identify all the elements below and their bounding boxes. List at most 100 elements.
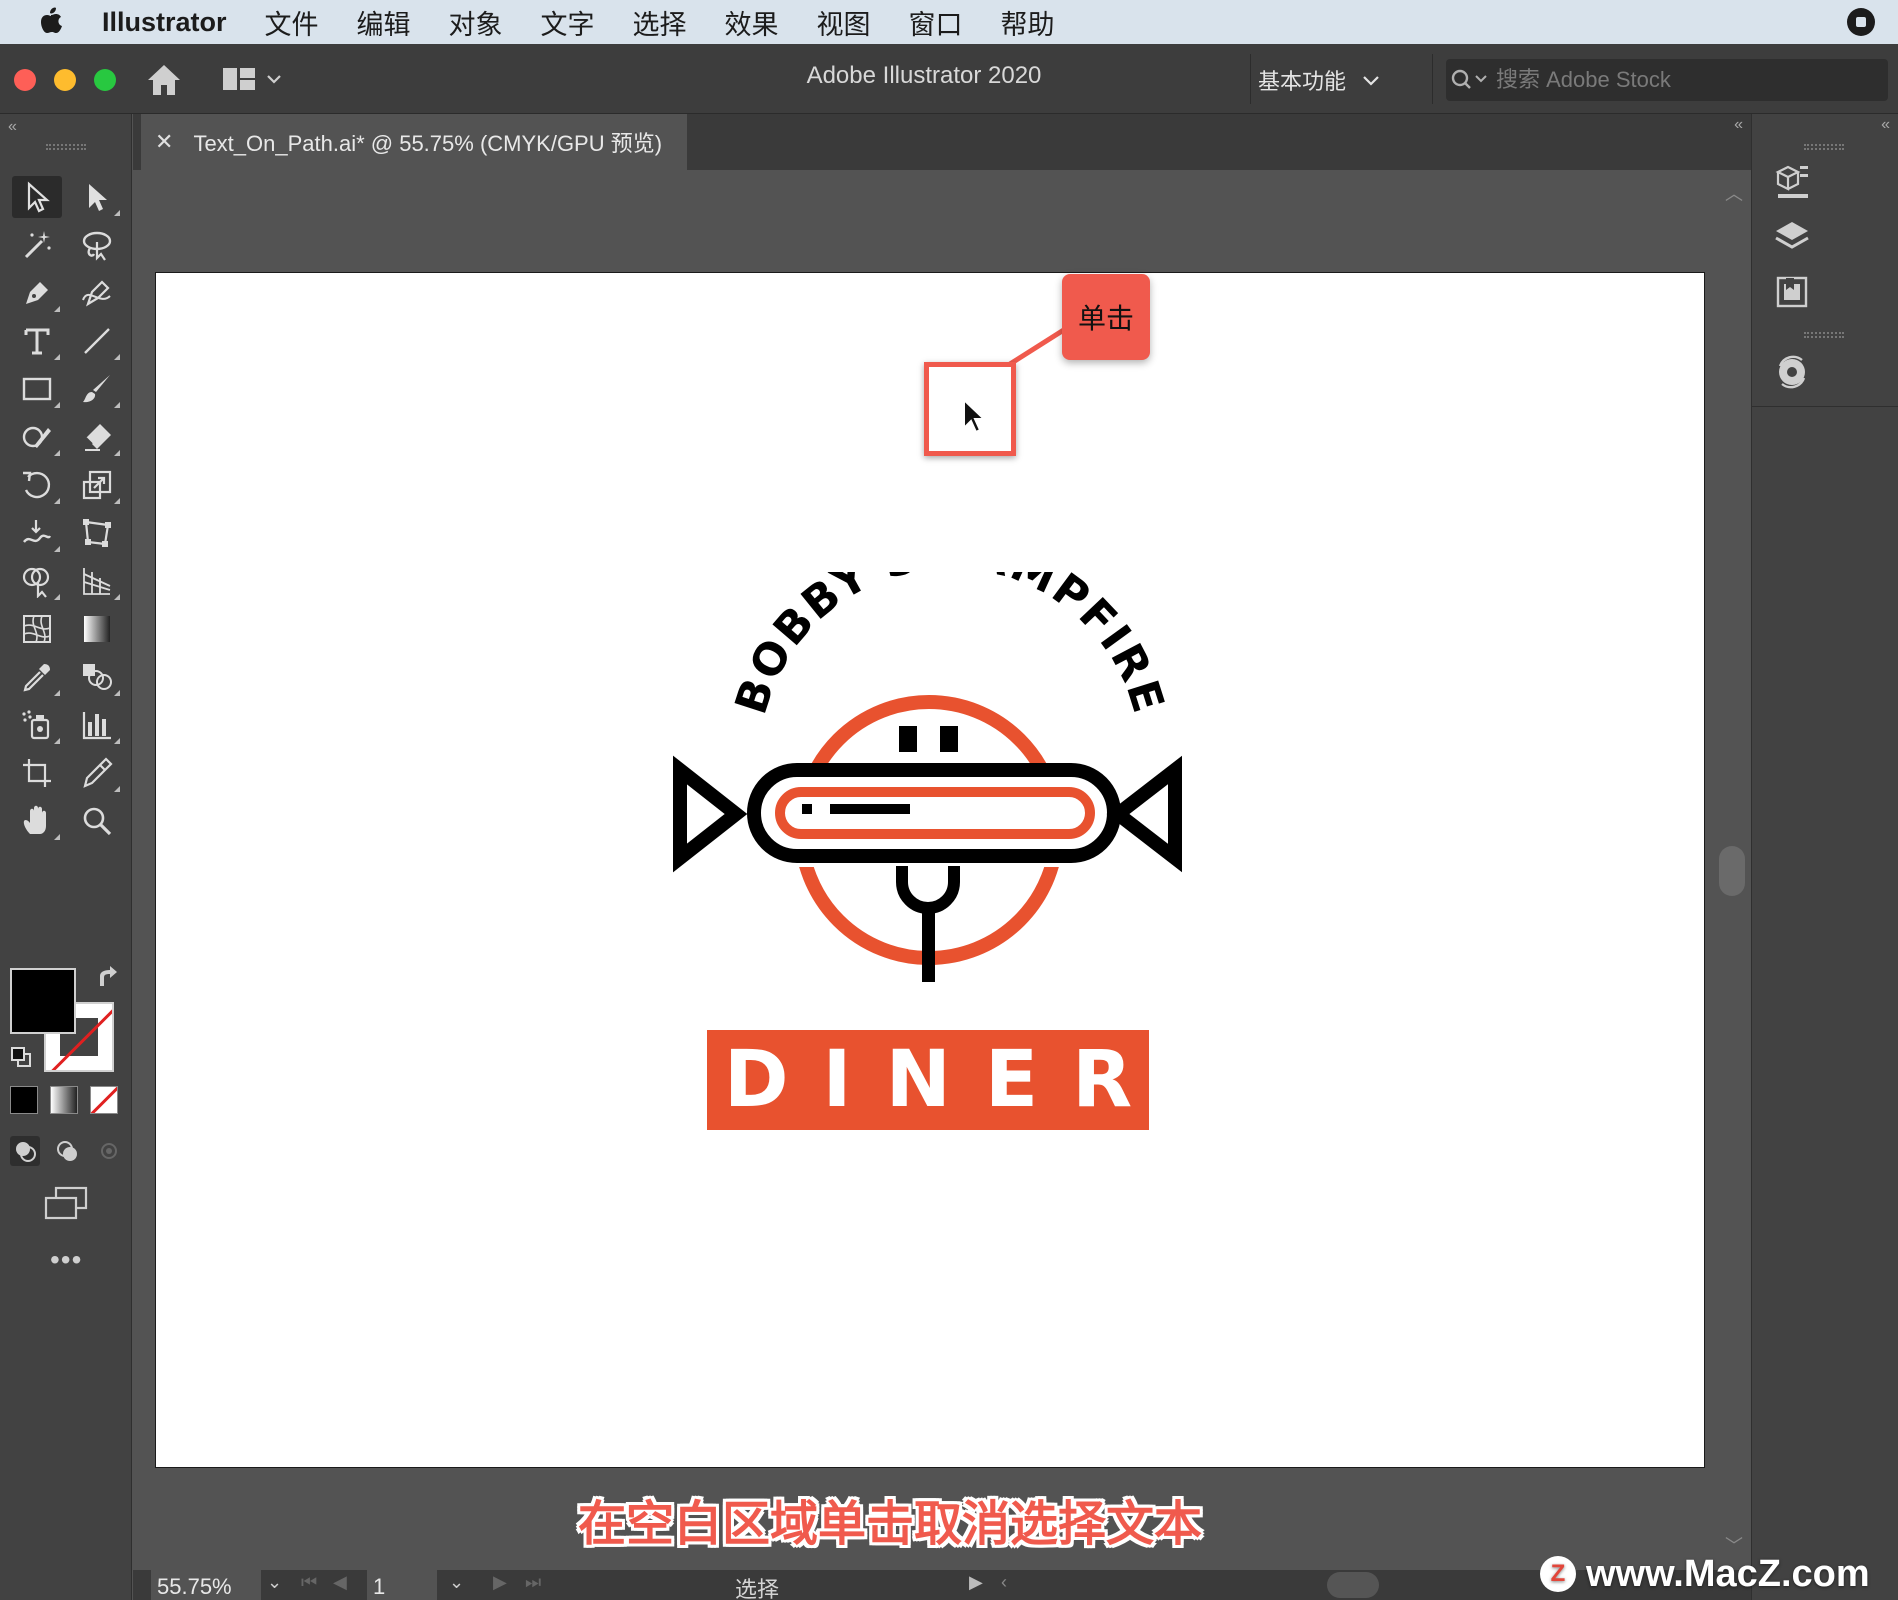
magic-wand-icon[interactable] xyxy=(12,224,62,266)
symbol-sprayer-icon[interactable] xyxy=(12,704,62,746)
fork-head xyxy=(896,866,960,914)
gradient-tool-icon[interactable] xyxy=(72,608,122,650)
panel-grip[interactable] xyxy=(1804,144,1844,150)
type-tool-icon[interactable] xyxy=(12,320,62,362)
status-tool-label: 选择 xyxy=(735,1577,780,1600)
document-tabbar: ✕ Text_On_Path.ai* @ 55.75% (CMYK/GPU 预览… xyxy=(133,114,1751,170)
collapse-panel-icon[interactable]: « xyxy=(8,118,17,136)
blend-tool-icon[interactable] xyxy=(72,656,122,698)
lasso-icon[interactable] xyxy=(72,224,122,266)
watermark-text: www.MacZ.com xyxy=(1586,1552,1870,1595)
panel-grip[interactable] xyxy=(46,144,86,150)
horizontal-scrollbar-thumb[interactable] xyxy=(1327,1572,1379,1598)
gradient-mode-button[interactable] xyxy=(50,1086,78,1114)
watermark: Z www.MacZ.com xyxy=(1540,1552,1870,1596)
chevron-down-icon xyxy=(1363,76,1379,86)
menu-file[interactable]: 文件 xyxy=(265,3,319,42)
logo-eye-left xyxy=(899,726,917,752)
status-bar: 55.75% ⌄ ⏮ ◀ 1 ⌄ ▶ ⏭ 选择 ▶ ‹ xyxy=(133,1570,1751,1600)
prev-artboard-icon[interactable]: ◀ xyxy=(333,1572,347,1593)
shape-builder-icon[interactable] xyxy=(12,560,62,602)
menu-type[interactable]: 文字 xyxy=(541,3,595,42)
artboard-chevron-down-icon[interactable]: ⌄ xyxy=(449,1572,464,1593)
screen-mode-icon[interactable] xyxy=(44,1186,90,1220)
perspective-grid-icon[interactable] xyxy=(72,560,122,602)
zoom-chevron-down-icon[interactable]: ⌄ xyxy=(267,1572,282,1593)
menu-effect[interactable]: 效果 xyxy=(725,3,779,42)
search-input[interactable] xyxy=(1496,67,1856,93)
macos-menubar: Illustrator 文件 编辑 对象 文字 选择 效果 视图 窗口 帮助 xyxy=(0,0,1898,44)
document-tab[interactable]: ✕ Text_On_Path.ai* @ 55.75% (CMYK/GPU 预览… xyxy=(141,114,687,170)
hand-tool-icon[interactable] xyxy=(12,800,62,842)
zoom-tool-icon[interactable] xyxy=(72,800,122,842)
libraries-panel-icon[interactable] xyxy=(1770,270,1814,314)
column-graph-icon[interactable] xyxy=(72,704,122,746)
record-stop-icon[interactable] xyxy=(1846,7,1876,37)
menu-help[interactable]: 帮助 xyxy=(1001,3,1055,42)
menu-app-illustrator[interactable]: Illustrator xyxy=(102,7,227,38)
color-mode-button[interactable] xyxy=(10,1086,38,1114)
slice-tool-icon[interactable] xyxy=(72,752,122,794)
stock-search-field[interactable] xyxy=(1446,59,1888,101)
draw-normal-icon[interactable] xyxy=(10,1136,40,1166)
collapse-panel-icon[interactable]: « xyxy=(1734,116,1743,134)
rectangle-tool-icon[interactable] xyxy=(12,368,62,410)
first-artboard-icon[interactable]: ⏮ xyxy=(301,1572,317,1593)
free-transform-icon[interactable] xyxy=(72,512,122,554)
sausage-detail xyxy=(830,804,910,814)
rotate-tool-icon[interactable] xyxy=(12,464,62,506)
panel-grip[interactable] xyxy=(1804,332,1844,338)
next-artboard-icon[interactable]: ▶ xyxy=(493,1572,507,1593)
diner-banner[interactable]: DINER xyxy=(707,1030,1149,1130)
callout-label: 单击 xyxy=(1062,274,1150,360)
mesh-tool-icon[interactable] xyxy=(12,608,62,650)
draw-inside-icon[interactable] xyxy=(94,1136,124,1166)
pen-tool-icon[interactable] xyxy=(12,272,62,314)
selection-tool-icon[interactable] xyxy=(12,176,62,218)
swap-fill-stroke-icon[interactable] xyxy=(94,966,120,992)
menu-select[interactable]: 选择 xyxy=(633,3,687,42)
layers-panel-icon[interactable] xyxy=(1770,216,1814,260)
sausage-detail xyxy=(802,804,812,814)
eraser-icon[interactable] xyxy=(72,416,122,458)
draw-behind-icon[interactable] xyxy=(52,1136,82,1166)
default-fill-stroke-icon[interactable] xyxy=(10,1046,32,1068)
workspace-switcher[interactable]: 基本功能 xyxy=(1258,64,1380,96)
tutorial-caption: 在空白区域单击取消选择文本 xyxy=(577,1498,1202,1551)
more-tools-icon[interactable]: ••• xyxy=(50,1244,82,1276)
vertical-scrollbar[interactable]: ︿ ﹀ xyxy=(1713,170,1751,1570)
direct-selection-tool-icon[interactable] xyxy=(72,176,122,218)
shaper-tool-icon[interactable] xyxy=(12,416,62,458)
menu-edit[interactable]: 编辑 xyxy=(357,3,411,42)
zoom-field[interactable]: 55.75% xyxy=(151,1570,261,1600)
close-tab-icon[interactable]: ✕ xyxy=(155,129,173,155)
scale-tool-icon[interactable] xyxy=(72,464,122,506)
apple-icon[interactable] xyxy=(36,7,66,37)
fork-handle xyxy=(922,902,935,982)
artboard-number-field[interactable]: 1 xyxy=(367,1570,437,1600)
curvature-tool-icon[interactable] xyxy=(72,272,122,314)
scroll-up-icon[interactable]: ︿ xyxy=(1725,180,1743,206)
eyedropper-icon[interactable] xyxy=(12,656,62,698)
color-mode-row xyxy=(10,1086,118,1114)
illustrator-window: Illustrator 文件 编辑 对象 文字 选择 效果 视图 窗口 帮助 A… xyxy=(0,0,1898,1600)
line-tool-icon[interactable] xyxy=(72,320,122,362)
none-mode-button[interactable] xyxy=(90,1086,118,1114)
fill-swatch[interactable] xyxy=(10,968,76,1034)
status-menu-arrow-icon[interactable]: ▶ xyxy=(969,1572,983,1593)
properties-panel-icon[interactable] xyxy=(1770,160,1814,204)
scrollbar-thumb[interactable] xyxy=(1719,846,1745,896)
collapse-panel-icon[interactable]: « xyxy=(1881,116,1890,134)
panel-divider xyxy=(1752,406,1898,407)
tools-panel: « ••• xyxy=(0,114,132,1600)
warp-tool-icon[interactable] xyxy=(12,512,62,554)
menu-view[interactable]: 视图 xyxy=(817,3,871,42)
menu-object[interactable]: 对象 xyxy=(449,3,503,42)
scroll-left-icon[interactable]: ‹ xyxy=(1001,1572,1007,1593)
titlebar-divider xyxy=(1432,54,1433,104)
cc-sync-icon[interactable] xyxy=(1770,350,1814,394)
menu-window[interactable]: 窗口 xyxy=(909,3,963,42)
paintbrush-icon[interactable] xyxy=(72,368,122,410)
last-artboard-icon[interactable]: ⏭ xyxy=(525,1572,541,1593)
artboard-tool-icon[interactable] xyxy=(12,752,62,794)
